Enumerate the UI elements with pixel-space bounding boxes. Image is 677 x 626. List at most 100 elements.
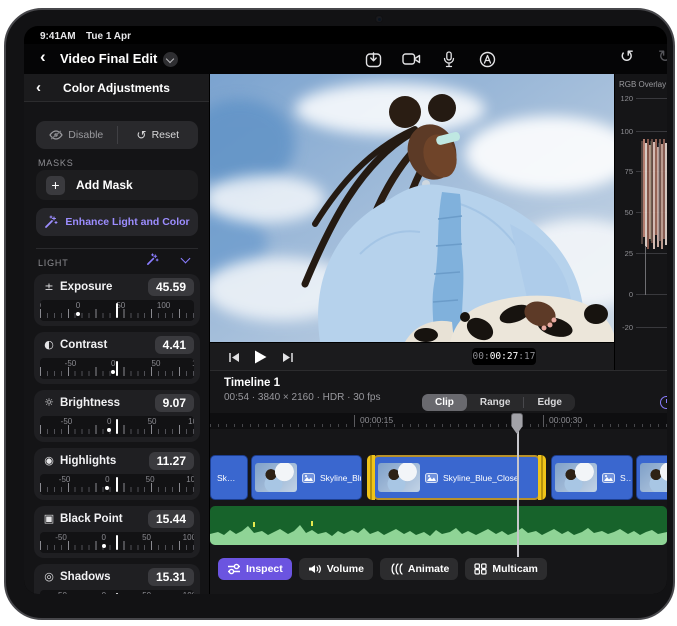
microphone-icon[interactable] [438, 48, 460, 70]
scope-gridline [636, 131, 667, 132]
slider-value[interactable]: 9.07 [155, 394, 194, 412]
masks-section-label: MASKS [38, 158, 74, 168]
slider-ruler[interactable]: -50050100 [40, 590, 194, 594]
audio-clip[interactable] [210, 506, 667, 545]
slider-value[interactable]: 15.31 [148, 568, 194, 586]
timeline-clip[interactable]: Skyline_Blue_Close [373, 455, 540, 500]
slider-card-shadows: ◎Shadows15.31-50050100 [34, 564, 200, 594]
add-mask-label: Add Mask [76, 178, 133, 192]
timecode-main: 00:27 [490, 351, 519, 362]
value-indicator [116, 535, 118, 550]
value-indicator [116, 303, 118, 318]
disable-button[interactable]: Disable [36, 121, 117, 149]
timecode-hours: 00: [473, 351, 490, 362]
scope-gridline [636, 98, 667, 99]
slider-label: Black Point [60, 513, 123, 525]
timeline-clip[interactable] [636, 455, 667, 500]
previous-frame-button[interactable] [224, 348, 244, 366]
timeline-clip[interactable]: S… [551, 455, 633, 500]
scope-gridline [636, 253, 667, 254]
volume-icon [308, 563, 322, 575]
screen: 9:41AM Tue 1 Apr ‹ Video Final Edit [24, 26, 667, 594]
timeline-ruler[interactable]: 00:00:1500:00:30 [210, 413, 667, 429]
clock-icon[interactable] [660, 396, 667, 409]
slider-ruler[interactable]: -50050100 [40, 300, 194, 321]
reset-icon: ↺ [137, 128, 147, 142]
scope-title: RGB Overlay [619, 80, 666, 89]
add-mask-button[interactable]: + Add Mask [36, 170, 198, 200]
origin-dot [105, 486, 109, 490]
light-section-label: LIGHT [38, 258, 69, 268]
playhead-handle[interactable] [511, 413, 523, 434]
scale-label: -50 [55, 533, 67, 542]
slider-card-exposure: ±Exposure45.59-50050100 [34, 274, 200, 326]
redo-icon[interactable]: ↻ [654, 46, 667, 68]
scale-label: 50 [146, 475, 155, 484]
value-indicator [116, 593, 118, 594]
animate-button[interactable]: Animate [380, 558, 458, 580]
eye-off-icon [49, 130, 63, 140]
scope-scale-label: 50 [615, 208, 633, 217]
inspect-button[interactable]: Inspect [218, 558, 292, 580]
clip-thumbnail [255, 463, 297, 492]
slider-label: Brightness [60, 397, 120, 409]
color-adjustments-panel: ‹ Color Adjustments Disable ↺ Reset MASK… [24, 74, 210, 594]
enhance-label: Enhance Light and Color [65, 216, 189, 228]
slider-card-highlights: ◉Highlights11.27-50050100 [34, 448, 200, 500]
play-button[interactable] [250, 348, 270, 366]
video-viewer [210, 74, 614, 342]
volume-button[interactable]: Volume [299, 558, 373, 580]
scale-label: 0 [107, 417, 111, 426]
scope-scale-label: -20 [615, 323, 633, 332]
scale-label: 100 [157, 301, 170, 310]
mode-clip[interactable]: Clip [422, 394, 467, 411]
multicam-button[interactable]: Multicam [465, 558, 547, 580]
slider-ruler[interactable]: -50050100 [40, 358, 194, 379]
slider-ruler[interactable]: -50050100 [40, 532, 194, 553]
origin-dot [107, 428, 111, 432]
slider-value[interactable]: 15.44 [148, 510, 194, 528]
timeline-clip[interactable]: Sk… [210, 455, 248, 500]
timeline-name: Timeline 1 [224, 377, 280, 389]
reset-button[interactable]: ↺ Reset [118, 121, 199, 149]
enhance-light-color-button[interactable]: Enhance Light and Color [36, 208, 198, 236]
slider-value[interactable]: 45.59 [148, 278, 194, 296]
live-drawing-icon[interactable] [476, 48, 498, 70]
action-label: Animate [408, 563, 449, 575]
timecode-frames: :17 [518, 351, 535, 362]
collapse-chevron-icon[interactable] [181, 254, 191, 264]
undo-icon[interactable]: ↺ [616, 46, 638, 68]
auto-enhance-icon[interactable] [146, 253, 159, 271]
waveform-baseline [645, 246, 646, 295]
slider-value[interactable]: 11.27 [149, 452, 194, 470]
slider-ruler[interactable]: -50050100 [40, 416, 194, 437]
slider-ruler[interactable]: -50050100 [40, 474, 194, 495]
slider-label: Contrast [60, 339, 107, 351]
scale-label: 0 [111, 359, 115, 368]
playhead-line [517, 415, 519, 557]
scale-label: 100 [188, 417, 194, 426]
disable-reset-group: Disable ↺ Reset [36, 121, 198, 149]
audio-waveform [210, 506, 667, 545]
timeline-info: 00:54 · 3840 × 2160 · HDR · 30 fps [224, 392, 380, 403]
camera-icon[interactable] [400, 48, 422, 70]
scale-label: 0 [102, 533, 106, 542]
mode-edge[interactable]: Edge [524, 394, 574, 411]
clip-label: Sk… [217, 473, 235, 483]
import-icon[interactable] [362, 48, 384, 70]
edit-mode-switcher: ClipRangeEdge [422, 394, 575, 411]
mode-range[interactable]: Range [467, 394, 524, 411]
scope-gridline [636, 327, 667, 328]
clip-thumbnail [640, 463, 667, 492]
origin-dot [102, 544, 106, 548]
next-frame-button[interactable] [278, 348, 298, 366]
back-button[interactable]: ‹ [40, 47, 46, 67]
project-menu-button[interactable] [163, 52, 178, 67]
contrast-icon: ◐ [42, 338, 56, 351]
scale-label: -50 [55, 591, 67, 594]
slider-value[interactable]: 4.41 [155, 336, 194, 354]
timecode-display[interactable]: 00:00:27:17 [472, 348, 536, 365]
status-date: Tue 1 Apr [86, 31, 131, 42]
timeline-clip[interactable]: Skyline_Blue_Wide [251, 455, 362, 500]
ruler-timestamp: 00:00:30 [549, 415, 582, 425]
